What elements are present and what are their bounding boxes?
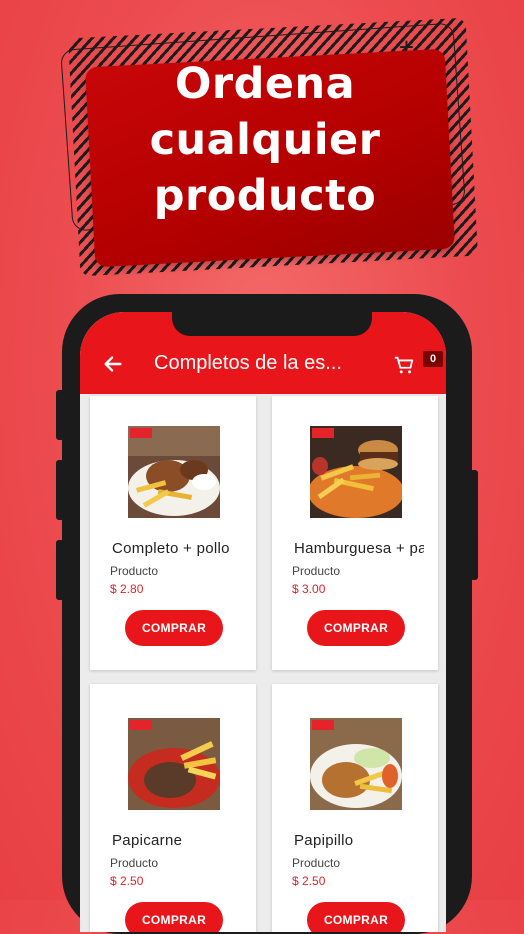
buy-button[interactable]: COMPRAR xyxy=(125,610,223,646)
cart-icon[interactable] xyxy=(392,354,416,376)
banner-line-3: producto xyxy=(153,171,377,221)
phone-button-right xyxy=(470,470,478,580)
product-name: Papipillo xyxy=(294,832,354,849)
product-category: Producto xyxy=(292,564,341,578)
product-card[interactable]: Completo + pollo Producto $ 2.80 COMPRAR xyxy=(90,396,256,670)
product-image xyxy=(310,426,402,518)
product-name: Completo + pollo xyxy=(112,540,230,557)
phone-button-left-3 xyxy=(56,540,64,600)
cart-count-badge: 0 xyxy=(423,351,443,367)
product-name: Hamburguesa + papas xyxy=(294,540,424,557)
product-price: $ 2.50 xyxy=(292,874,326,888)
product-price: $ 3.00 xyxy=(292,582,326,596)
banner-line-2: cualquier xyxy=(149,115,381,165)
buy-button[interactable]: COMPRAR xyxy=(307,902,405,932)
phone-notch xyxy=(172,312,372,336)
product-category: Producto xyxy=(110,856,159,870)
product-name: Papicarne xyxy=(112,832,183,849)
phone-button-left-2 xyxy=(56,460,64,520)
back-arrow-icon[interactable] xyxy=(102,353,124,375)
product-price: $ 2.80 xyxy=(110,582,144,596)
banner-line-1: Ordena xyxy=(174,59,356,109)
phone-button-left-1 xyxy=(56,390,64,440)
product-image xyxy=(128,426,220,518)
product-image xyxy=(128,718,220,810)
product-card[interactable]: Papicarne Producto $ 2.50 COMPRAR xyxy=(90,684,256,932)
page-title: Completos de la es... xyxy=(154,352,342,374)
buy-button[interactable]: COMPRAR xyxy=(307,610,405,646)
app-bar: Completos de la es... 0 xyxy=(80,312,446,394)
product-category: Producto xyxy=(110,564,159,578)
buy-button[interactable]: COMPRAR xyxy=(125,902,223,932)
phone-screen: Completos de la es... 0 Completo + pollo… xyxy=(80,312,446,932)
product-category: Producto xyxy=(292,856,341,870)
banner-heading: Ordena cualquier producto xyxy=(60,56,470,224)
product-card[interactable]: Hamburguesa + papas Producto $ 3.00 COMP… xyxy=(272,396,438,670)
product-image xyxy=(310,718,402,810)
product-card[interactable]: Papipillo Producto $ 2.50 COMPRAR xyxy=(272,684,438,932)
product-price: $ 2.50 xyxy=(110,874,144,888)
